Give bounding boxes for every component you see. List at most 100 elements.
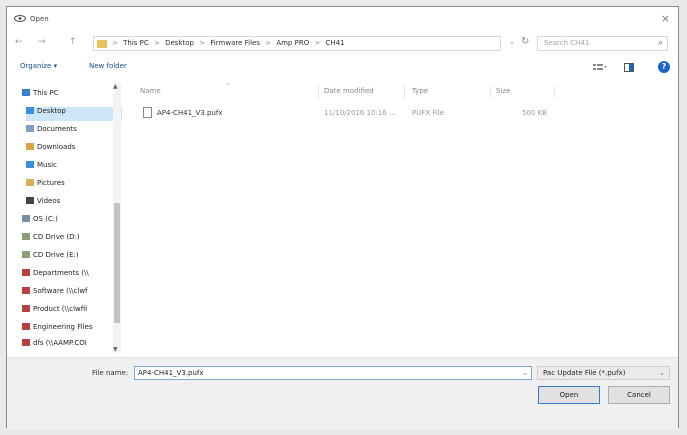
sidebar-item-label: This PC bbox=[33, 89, 59, 97]
sidebar-item-engineering-files[interactable]: Engineering Files bbox=[22, 323, 122, 337]
cd-drive-icon bbox=[22, 251, 30, 258]
file-date: 11/10/2016 10:16 ... bbox=[324, 109, 396, 117]
sidebar-item-os-c[interactable]: OS (C:) bbox=[22, 215, 122, 229]
refresh-icon[interactable]: ↻ bbox=[521, 36, 529, 47]
sidebar-item-downloads[interactable]: Downloads bbox=[26, 143, 122, 157]
documents-icon bbox=[26, 125, 34, 132]
scroll-down-icon[interactable]: ▼ bbox=[113, 346, 118, 353]
sidebar-item-label: dfs (\\AAMP.COI bbox=[33, 339, 87, 347]
back-arrow-icon[interactable]: ← bbox=[15, 37, 23, 47]
cd-drive-icon bbox=[22, 233, 30, 240]
sidebar-item-label: OS (C:) bbox=[33, 215, 58, 223]
file-icon bbox=[143, 107, 152, 118]
search-icon[interactable]: ⌕ bbox=[658, 38, 663, 48]
sidebar-item-software[interactable]: Software (\\clwf bbox=[22, 287, 122, 301]
eye-app-icon bbox=[14, 15, 26, 22]
sidebar-item-cd-drive-e[interactable]: CD Drive (E:) bbox=[22, 251, 122, 265]
breadcrumb-separator: > bbox=[199, 39, 206, 47]
network-drive-icon bbox=[22, 323, 30, 330]
column-divider[interactable] bbox=[404, 86, 405, 98]
new-folder-button[interactable]: New folder bbox=[89, 62, 127, 70]
sidebar-item-pictures[interactable]: Pictures bbox=[26, 179, 122, 193]
sidebar-item-dfs[interactable]: dfs (\\AAMP.COI bbox=[22, 339, 122, 347]
breadcrumb-ch41[interactable]: CH41 bbox=[326, 39, 345, 47]
music-icon bbox=[26, 161, 34, 168]
sidebar-item-desktop[interactable]: Desktop bbox=[26, 107, 122, 121]
sidebar-item-this-pc[interactable]: This PC bbox=[22, 89, 122, 103]
address-row: ← → ↑ > This PC > Desktop > Firmware Fil… bbox=[7, 35, 678, 53]
chevron-down-icon[interactable]: ⌄ bbox=[659, 369, 665, 377]
file-row[interactable]: AP4-CH41_V3.pufx 11/10/2016 10:16 ... PU… bbox=[130, 107, 678, 121]
open-dialog: Open × ← → ↑ > This PC > Desktop > Firmw… bbox=[6, 6, 679, 430]
sidebar-item-label: Product (\\clwfil bbox=[33, 305, 88, 313]
column-header-date[interactable]: Date modified bbox=[324, 87, 374, 95]
preview-pane-icon[interactable] bbox=[624, 63, 634, 72]
scroll-up-icon[interactable]: ▲ bbox=[113, 83, 118, 90]
file-name: AP4-CH41_V3.pufx bbox=[157, 109, 223, 117]
folder-icon bbox=[97, 40, 107, 48]
breadcrumb-desktop[interactable]: Desktop bbox=[165, 39, 194, 47]
file-name-value: AP4-CH41_V3.pufx bbox=[138, 369, 204, 377]
column-divider[interactable] bbox=[490, 86, 491, 98]
breadcrumb-separator: > bbox=[112, 39, 118, 47]
sidebar-item-music[interactable]: Music bbox=[26, 161, 122, 175]
title-bar: Open × bbox=[7, 7, 678, 31]
cancel-button[interactable]: Cancel bbox=[608, 386, 670, 404]
network-drive-icon bbox=[22, 339, 30, 346]
scrollbar-thumb[interactable] bbox=[114, 203, 120, 323]
file-list: ⌃ Name Date modified Type Size AP4-CH41_… bbox=[130, 83, 678, 353]
sidebar-item-label: Videos bbox=[37, 197, 61, 205]
sidebar-scrollbar[interactable]: ▲ ▼ bbox=[113, 83, 121, 353]
sidebar-item-label: Documents bbox=[37, 125, 77, 133]
breadcrumb-separator: > bbox=[153, 39, 160, 47]
sidebar-item-label: Downloads bbox=[37, 143, 76, 151]
downloads-icon bbox=[26, 143, 34, 150]
network-drive-icon bbox=[22, 269, 30, 276]
sidebar-item-label: Desktop bbox=[37, 107, 66, 115]
sidebar-item-videos[interactable]: Videos bbox=[26, 197, 122, 211]
sidebar-item-product[interactable]: Product (\\clwfil bbox=[22, 305, 122, 319]
file-size: 500 KB bbox=[522, 109, 547, 117]
file-type-select[interactable]: Pac Update File (*.pufx) ⌄ bbox=[537, 366, 670, 380]
organize-button[interactable]: Organize ▾ bbox=[20, 62, 57, 70]
search-placeholder: Search CH41 bbox=[544, 39, 590, 47]
column-header-size[interactable]: Size bbox=[496, 87, 510, 95]
view-options-icon[interactable] bbox=[593, 63, 607, 72]
address-dropdown-icon[interactable]: ⌄ bbox=[509, 38, 515, 46]
sidebar-item-documents[interactable]: Documents bbox=[26, 125, 122, 139]
dialog-footer: File name: AP4-CH41_V3.pufx ⌄ Pac Update… bbox=[7, 357, 678, 430]
network-drive-icon bbox=[22, 305, 30, 312]
computer-icon bbox=[22, 89, 30, 96]
sidebar-item-label: Music bbox=[37, 161, 57, 169]
breadcrumb-firmware-files[interactable]: Firmware Files bbox=[210, 39, 260, 47]
search-input[interactable]: Search CH41 ⌕ bbox=[537, 36, 668, 51]
pictures-icon bbox=[26, 179, 34, 186]
desktop-folder-icon bbox=[26, 107, 34, 114]
help-icon[interactable]: ? bbox=[658, 61, 670, 73]
sort-arrow-icon: ⌃ bbox=[226, 83, 232, 90]
file-type: PUFX File bbox=[412, 109, 445, 117]
drive-icon bbox=[22, 215, 30, 222]
file-name-input[interactable]: AP4-CH41_V3.pufx ⌄ bbox=[134, 366, 532, 380]
forward-arrow-icon[interactable]: → bbox=[38, 37, 46, 47]
close-icon[interactable]: × bbox=[661, 12, 670, 25]
window-title: Open bbox=[30, 15, 49, 23]
breadcrumb-this-pc[interactable]: This PC bbox=[123, 39, 149, 47]
column-header-type[interactable]: Type bbox=[412, 87, 428, 95]
breadcrumb-amp-pro[interactable]: Amp PRO bbox=[276, 39, 309, 47]
sidebar-item-departments[interactable]: Departments (\\ bbox=[22, 269, 122, 283]
address-bar[interactable]: > This PC > Desktop > Firmware Files > A… bbox=[93, 36, 501, 51]
breadcrumb: > This PC > Desktop > Firmware Files > A… bbox=[112, 39, 348, 47]
sidebar-item-cd-drive-d[interactable]: CD Drive (D:) bbox=[22, 233, 122, 247]
sidebar-item-label: CD Drive (E:) bbox=[33, 251, 79, 259]
column-header-name[interactable]: Name bbox=[140, 87, 161, 95]
column-divider[interactable] bbox=[554, 86, 555, 98]
videos-icon bbox=[26, 197, 34, 204]
file-type-value: Pac Update File (*.pufx) bbox=[543, 369, 626, 377]
sidebar-item-label: Pictures bbox=[37, 179, 65, 187]
open-button[interactable]: Open bbox=[538, 386, 600, 404]
chevron-down-icon[interactable]: ⌄ bbox=[522, 369, 528, 377]
column-divider[interactable] bbox=[318, 86, 319, 98]
sidebar-item-label: Software (\\clwf bbox=[33, 287, 88, 295]
up-arrow-icon[interactable]: ↑ bbox=[69, 37, 77, 47]
